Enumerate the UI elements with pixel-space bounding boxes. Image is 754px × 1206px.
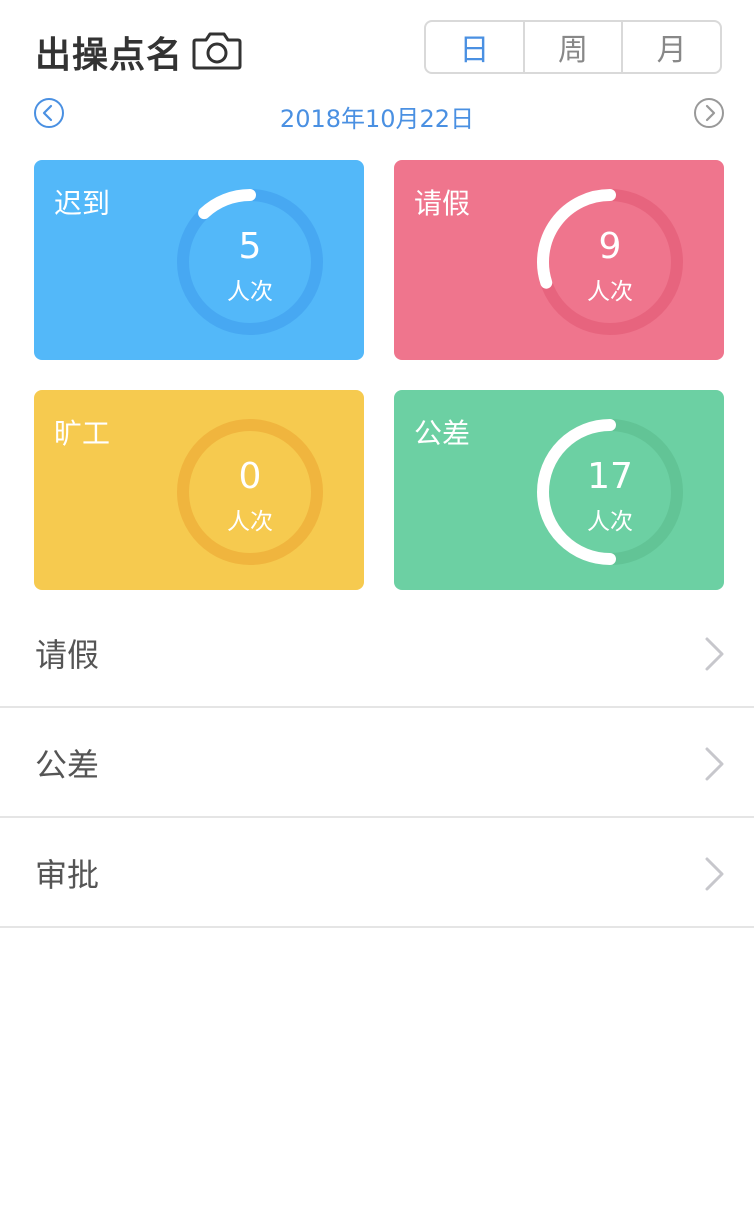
tab-day[interactable]: 日 [426, 22, 525, 72]
card-count: 0 [238, 456, 262, 497]
card-unit: 人次 [587, 279, 633, 305]
stat-card-late[interactable]: 迟到 5 人次 [34, 160, 364, 360]
card-unit: 人次 [227, 279, 273, 305]
list-item-label: 审批 [35, 856, 100, 894]
ring-progress-arc [198, 189, 256, 220]
chevron-right-circle-icon[interactable] [693, 97, 725, 129]
tab-month[interactable]: 月 [623, 22, 720, 72]
list-item-business-trip[interactable]: 公差 [0, 710, 754, 818]
chevron-right-icon [705, 747, 724, 781]
card-label: 迟到 [54, 187, 111, 220]
tab-week[interactable]: 周 [525, 22, 624, 72]
camera-icon[interactable] [192, 28, 242, 72]
list-item-approval[interactable]: 审批 [0, 820, 754, 928]
stat-card-leave[interactable]: 请假 9 人次 [394, 160, 724, 360]
header: 出操点名 日 周 月 [0, 0, 754, 90]
current-date: 2018年10月22日 [279, 105, 475, 133]
card-label: 请假 [414, 187, 471, 220]
list-item-leave[interactable]: 请假 [0, 600, 754, 708]
list-item-label: 请假 [35, 636, 100, 674]
card-count: 17 [587, 456, 633, 497]
chevron-right-icon [705, 857, 724, 891]
card-count: 9 [598, 226, 622, 267]
stat-card-business-trip[interactable]: 公差 17 人次 [394, 390, 724, 590]
period-selector: 日 周 月 [424, 20, 722, 74]
chevron-right-icon [705, 637, 724, 671]
stat-card-absent[interactable]: 旷工 0 人次 [34, 390, 364, 590]
date-navigation: 2018年10月22日 [0, 95, 754, 133]
card-unit: 人次 [587, 509, 633, 535]
list-item-label: 公差 [35, 746, 100, 784]
page-title: 出操点名 [35, 35, 184, 76]
card-unit: 人次 [227, 509, 273, 535]
card-count: 5 [238, 226, 262, 267]
card-label: 旷工 [54, 417, 111, 450]
card-label: 公差 [414, 417, 471, 450]
